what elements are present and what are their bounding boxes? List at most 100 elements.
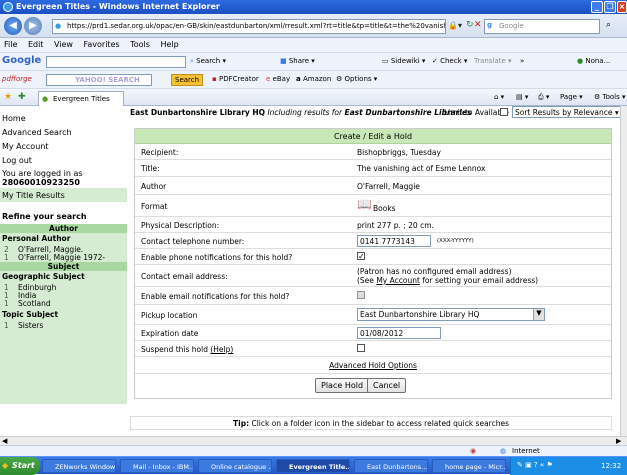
yahoo-toolbar: pdfforge YAHOO! SEARCH Search ▪ PDFCreat…: [0, 70, 627, 88]
stop-icon[interactable]: ✕: [474, 20, 482, 30]
sort-select[interactable]: Sort Results by Relevance ▾: [512, 106, 625, 118]
ebay-button[interactable]: e eBay: [266, 75, 290, 83]
google-search-button[interactable]: ⌕ Search ▾: [190, 57, 226, 66]
search-input[interactable]: g Google: [484, 19, 600, 34]
pickup-select[interactable]: East Dunbartonshire Library HQ ▼: [357, 308, 545, 321]
menu-favorites[interactable]: Favorites: [84, 40, 120, 49]
limit-available-checkbox[interactable]: [500, 108, 508, 116]
close-button[interactable]: ×: [617, 1, 627, 13]
taskbar-mail[interactable]: Mail - Inbox - IBM...: [120, 459, 194, 473]
personal-author-heading[interactable]: Personal Author: [2, 234, 70, 243]
amazon-button[interactable]: a Amazon: [296, 75, 331, 83]
google-share-button[interactable]: ■ Share ▾: [280, 57, 315, 65]
search-icon[interactable]: ⌕: [606, 20, 611, 30]
phone-notif-checkbox[interactable]: ✓: [357, 252, 365, 261]
internet-zone-icon: ◍: [500, 447, 507, 455]
tip-text: Click on a folder icon in the sidebar to…: [249, 419, 509, 428]
email-notif-row: Enable email notifications for this hold…: [135, 287, 611, 305]
subject-header: Subject: [0, 262, 127, 271]
google-translate-button[interactable]: Translate ▾: [474, 57, 512, 65]
geographic-subject-heading[interactable]: Geographic Subject: [2, 272, 85, 281]
sidebar: Home Advanced Search My Account Log out …: [0, 106, 128, 436]
print-icon[interactable]: ⎙ ▾: [538, 93, 549, 102]
taskbar-zenworks[interactable]: ZENworks Window: [42, 459, 116, 473]
start-button[interactable]: ◆ Start: [0, 457, 40, 475]
google-profile-button[interactable]: ● Nona...: [577, 57, 610, 65]
book-icon: 📖: [357, 197, 372, 211]
home-icon[interactable]: ⌂ ▾: [494, 93, 504, 101]
taskbar-east-dunbartons[interactable]: East Dunbartons...: [354, 459, 428, 473]
tip-label: Tip:: [233, 419, 250, 428]
suspend-checkbox[interactable]: [357, 344, 365, 352]
form-buttons-row: Place Hold Cancel: [135, 374, 611, 398]
expiry-row: Expiration date 01/08/2012: [135, 325, 611, 341]
google-search-input[interactable]: [46, 56, 186, 68]
search-icon: ⌕: [190, 57, 194, 65]
menu-view[interactable]: View: [54, 40, 73, 49]
vertical-scrollbar[interactable]: [620, 106, 627, 436]
menu-file[interactable]: File: [4, 40, 17, 49]
feeds-icon[interactable]: ▤ ▾: [516, 93, 528, 101]
phone-notif-row: Enable phone notifications for this hold…: [135, 249, 611, 265]
back-icon[interactable]: ◀: [4, 17, 22, 35]
menu-edit[interactable]: Edit: [28, 40, 44, 49]
advanced-hold-options-link[interactable]: Advanced Hold Options: [329, 361, 417, 370]
phone-input[interactable]: 0141 7773143: [357, 235, 431, 247]
tab-evergreen-titles[interactable]: ● Evergreen Titles: [38, 91, 124, 106]
menu-tools[interactable]: Tools: [130, 40, 150, 49]
taskbar: ◆ Start ZENworks Window Mail - Inbox - I…: [0, 456, 627, 475]
ebay-icon: e: [266, 75, 271, 83]
restore-button[interactable]: ❐: [604, 1, 616, 13]
add-favorite-icon[interactable]: ✚: [18, 92, 26, 102]
minimize-button[interactable]: _: [591, 1, 603, 13]
favorites-star-icon[interactable]: ★: [4, 92, 12, 102]
tools-menu[interactable]: ⚙ Tools ▾: [594, 93, 626, 101]
topic-subject-item[interactable]: 1 Sisters: [4, 321, 43, 330]
sidebar-home-link[interactable]: Home: [2, 114, 26, 123]
suspend-help-link[interactable]: (Help): [210, 345, 233, 354]
topic-subject-heading[interactable]: Topic Subject: [2, 310, 58, 319]
pdfforge-logo: pdfforge: [2, 75, 32, 83]
yahoo-options-button[interactable]: ⚙ Options ▾: [336, 75, 377, 83]
address-input[interactable]: ● https://prd1.sedar.org.uk/opac/en-GB/s…: [52, 19, 446, 34]
tray-icons[interactable]: ✎ ▣ ? « ⚑: [517, 461, 553, 469]
expiry-input[interactable]: 01/08/2012: [357, 327, 441, 339]
sidebar-advanced-search-link[interactable]: Advanced Search: [2, 128, 72, 137]
format-row: Format 📖 Books: [135, 195, 611, 217]
place-hold-button[interactable]: Place Hold: [315, 378, 370, 393]
scroll-left-icon[interactable]: ◀: [2, 437, 7, 445]
my-account-link[interactable]: My Account: [376, 276, 420, 285]
patron-barcode: 28060010923250: [2, 178, 80, 187]
toolbar-more-icon[interactable]: »: [520, 57, 524, 65]
refresh-icon[interactable]: ↻: [466, 20, 474, 30]
title-value: The vanishing act of Esme Lennox: [357, 164, 486, 173]
windows-logo-icon: ◆: [2, 461, 9, 470]
taskbar-home-page[interactable]: home page - Micr...: [432, 459, 506, 473]
scroll-right-icon[interactable]: ▶: [616, 437, 621, 445]
yahoo-search-button[interactable]: Search: [171, 74, 204, 86]
horizontal-scrollbar[interactable]: ◀ ▶: [0, 436, 627, 445]
page-icon: ●: [42, 95, 49, 103]
physical-description-row: Physical Description: print 277 p. ; 20 …: [135, 217, 611, 233]
phone-row: Contact telephone number: 0141 7773143 (…: [135, 233, 611, 249]
pdfcreator-button[interactable]: ▪ PDFCreator: [212, 75, 259, 83]
google-check-button[interactable]: ✓ Check ▾: [432, 57, 467, 65]
email-notif-checkbox[interactable]: [357, 291, 365, 299]
author-item[interactable]: 1 O'Farrell, Maggie 1972-: [4, 253, 105, 262]
cancel-button[interactable]: Cancel: [367, 378, 407, 393]
lock-icon[interactable]: 🔒▾: [448, 21, 462, 30]
favorites-bar: ★ ✚ ● Evergreen Titles ⌂ ▾ ▤ ▾ ⎙ ▾ Page …: [0, 88, 627, 106]
yahoo-search-input[interactable]: YAHOO! SEARCH: [46, 74, 152, 86]
sidebar-logout-link[interactable]: Log out: [2, 156, 32, 165]
sidebar-my-account-link[interactable]: My Account: [2, 142, 48, 151]
google-g-icon: g: [487, 21, 493, 29]
google-sidewiki-button[interactable]: ▭ Sidewiki ▾: [382, 57, 425, 65]
phone-hint: (XXX-YYYYYY): [437, 238, 474, 244]
forward-icon[interactable]: ▶: [24, 17, 42, 35]
menu-help[interactable]: Help: [160, 40, 178, 49]
page-menu[interactable]: Page ▾: [560, 93, 583, 101]
taskbar-evergreen[interactable]: Evergreen Title...: [276, 459, 350, 473]
my-title-results-link[interactable]: My Title Results: [2, 191, 65, 200]
taskbar-online-catalogue[interactable]: Online catalogue ...: [198, 459, 272, 473]
geo-subject-item[interactable]: 1 Scotland: [4, 299, 51, 308]
